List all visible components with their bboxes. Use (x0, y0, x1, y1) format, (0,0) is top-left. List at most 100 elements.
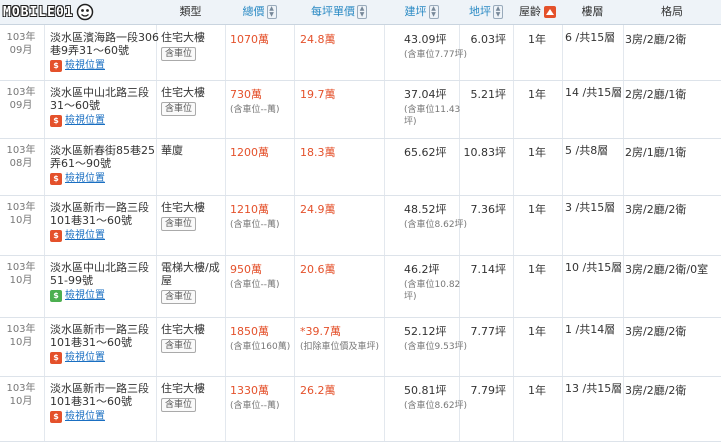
view-location[interactable]: $ 檢視位置 (50, 229, 160, 242)
floor-info: 6 /共15層 (565, 31, 616, 44)
view-location[interactable]: $ 檢視位置 (50, 172, 160, 185)
total-price: 1850萬 (230, 325, 269, 338)
trade-month: 09月 (9, 45, 33, 56)
trade-year: 103年 (6, 324, 36, 335)
price-cell: 1850萬 (含車位160萬) (230, 323, 300, 353)
header-build-area-label: 建坪 (404, 5, 427, 18)
building-age: 1年 (528, 384, 546, 397)
map-pin-icon: $ (50, 114, 62, 127)
table-row: 103年 08月 淡水區新春街85巷25弄61～90號 $ 檢視位置 華廈 1200萬 18.… (0, 138, 721, 196)
trade-date: 103年 09月 (0, 31, 42, 57)
unit-price-cell: *39.7萬 (扣除車位價及車坪) (300, 323, 400, 353)
map-pin-icon: $ (50, 351, 62, 364)
map-pin-icon: $ (50, 410, 62, 423)
trade-date: 103年 10月 (0, 382, 42, 408)
price-cell: 1200萬 (230, 144, 300, 160)
building-age: 1年 (528, 263, 546, 276)
view-location[interactable]: $ 檢視位置 (50, 289, 160, 302)
building-type: 住宅大樓 (161, 86, 205, 99)
land-area: 7.36坪 (470, 203, 507, 216)
price-cell: 1210萬 (含車位--萬) (230, 201, 300, 231)
building-type: 住宅大樓 (161, 201, 205, 214)
trade-month: 09月 (9, 100, 33, 111)
build-area-note: (含車位7.77坪) (404, 50, 468, 60)
floor-info: 3 /共15層 (565, 201, 616, 214)
price-note: (含車位--萬) (230, 220, 280, 230)
building-type: 住宅大樓 (161, 31, 205, 44)
trade-date: 103年 08月 (0, 144, 42, 170)
land-area: 6.03坪 (470, 33, 507, 46)
address-text: 淡水區新市一路三段101巷31～60號 (50, 323, 149, 349)
trade-month: 08月 (9, 158, 33, 169)
trade-month: 10月 (9, 337, 33, 348)
type-cell: 住宅大樓 含車位 (161, 201, 223, 231)
sort-icon: ▲ ▼ (428, 5, 439, 19)
table-row: 103年 09月 淡水區中山北路三段31～60號 $ 檢視位置 住宅大樓 含車位 730萬 (含… (0, 80, 721, 139)
building-age: 1年 (528, 146, 546, 159)
parking-badge: 含車位 (161, 339, 197, 353)
header-build-area[interactable]: 建坪 ▲ ▼ (384, 0, 459, 24)
view-location-link[interactable]: 檢視位置 (65, 172, 105, 185)
build-area: 50.81坪 (404, 384, 447, 397)
view-location-link[interactable]: 檢視位置 (65, 351, 105, 364)
header-land-area[interactable]: 地坪 ▲ ▼ (459, 0, 513, 24)
building-age: 1年 (528, 203, 546, 216)
building-type: 電梯大樓/成屋 (161, 261, 220, 287)
unit-price: 18.3萬 (300, 146, 336, 159)
header-unit-price-label: 每坪單價 (311, 5, 355, 18)
address-cell: 淡水區新市一路三段101巷31～60號 $ 檢視位置 (50, 382, 160, 423)
total-price: 1070萬 (230, 33, 269, 46)
address-cell: 淡水區新市一路三段101巷31～60號 $ 檢視位置 (50, 323, 160, 364)
view-location-link[interactable]: 檢視位置 (65, 114, 105, 127)
floor-info: 13 /共15層 (565, 382, 623, 395)
trade-year: 103年 (6, 145, 36, 156)
trade-date: 103年 09月 (0, 86, 42, 112)
build-area: 46.2坪 (404, 263, 440, 276)
header-age[interactable]: 屋齡 (513, 0, 562, 24)
unit-price-cell: 20.6萬 (300, 261, 400, 277)
view-location-link[interactable]: 檢視位置 (65, 410, 105, 423)
address-text: 淡水區濱海路一段306巷9弄31～60號 (50, 31, 159, 57)
parking-badge: 含車位 (161, 398, 197, 412)
view-location-link[interactable]: 檢視位置 (65, 59, 105, 72)
sort-icon: ▲ ▼ (357, 5, 367, 19)
unit-price: 20.6萬 (300, 263, 336, 276)
build-area: 65.62坪 (404, 146, 447, 159)
build-area-note: (含車位8.62坪) (404, 220, 468, 230)
view-location[interactable]: $ 檢視位置 (50, 410, 160, 423)
floor-info: 5 /共8層 (565, 144, 609, 157)
build-area-note: (含車位9.53坪) (404, 342, 468, 352)
unit-price: *39.7萬 (300, 325, 341, 338)
view-location[interactable]: $ 檢視位置 (50, 114, 160, 127)
trade-year: 103年 (6, 32, 36, 43)
price-note: (含車位--萬) (230, 280, 280, 290)
view-location-link[interactable]: 檢視位置 (65, 289, 105, 302)
price-cell: 730萬 (含車位--萬) (230, 86, 300, 116)
land-area: 7.77坪 (470, 325, 507, 338)
header-total-price[interactable]: 總價 ▲ ▼ (225, 0, 294, 24)
map-pin-icon: $ (50, 229, 62, 242)
view-location[interactable]: $ 檢視位置 (50, 351, 160, 364)
sort-active-icon (544, 6, 556, 18)
unit-price: 26.2萬 (300, 384, 336, 397)
type-cell: 住宅大樓 含車位 (161, 86, 223, 116)
room-layout: 2房/2廳/1衛 (625, 88, 687, 101)
building-type: 住宅大樓 (161, 382, 205, 395)
view-location[interactable]: $ 檢視位置 (50, 59, 160, 72)
room-layout: 3房/2廳/2衛 (625, 384, 687, 397)
transaction-table: MOBILE01 類型 總價 ▲ ▼ 每坪單價 ▲ ▼ 建坪 ▲ ▼ 地坪 ▲ ▼ 屋齡 樓層 … (0, 0, 721, 442)
header-unit-price[interactable]: 每坪單價 ▲ ▼ (294, 0, 384, 24)
building-age: 1年 (528, 325, 546, 338)
parking-badge: 含車位 (161, 102, 197, 116)
trade-month: 10月 (9, 215, 33, 226)
building-type: 華廈 (161, 144, 183, 157)
price-cell: 1070萬 (230, 31, 300, 47)
build-area: 43.09坪 (404, 33, 447, 46)
table-row: 103年 10月 淡水區新市一路三段101巷31～60號 $ 檢視位置 住宅大樓 含車位 18… (0, 317, 721, 377)
unit-price-cell: 24.9萬 (300, 201, 400, 217)
trade-date: 103年 10月 (0, 323, 42, 349)
view-location-link[interactable]: 檢視位置 (65, 229, 105, 242)
trade-year: 103年 (6, 87, 36, 98)
total-price: 730萬 (230, 88, 262, 101)
header-age-label: 屋齡 (519, 5, 541, 18)
